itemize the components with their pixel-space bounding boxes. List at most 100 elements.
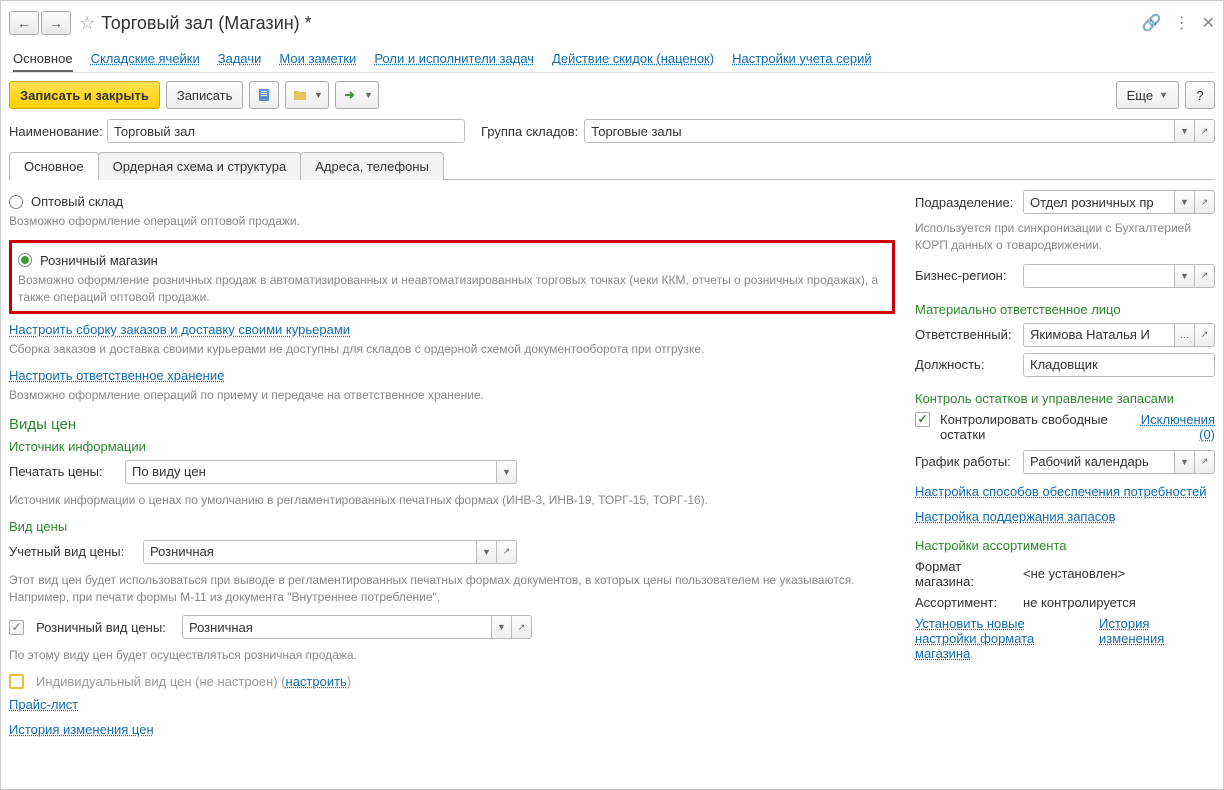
- group-dropdown-button[interactable]: ▼: [1175, 119, 1195, 143]
- retail-highlight: Розничный магазин Возможно оформление ро…: [9, 240, 895, 315]
- stock-exceptions-link[interactable]: Исключения (0): [1135, 412, 1215, 442]
- retail-price-checkbox: [9, 620, 24, 635]
- retail-radio[interactable]: [18, 253, 32, 267]
- responsible-label: Ответственный:: [915, 327, 1017, 342]
- price-history-link[interactable]: История изменения цен: [9, 722, 154, 737]
- region-input[interactable]: [1023, 264, 1175, 288]
- new-format-link[interactable]: Установить новые настройки формата магаз…: [915, 616, 1075, 661]
- individual-price-configure-link[interactable]: настроить: [286, 674, 347, 689]
- stock-control-label: Контролировать свободные остатки: [940, 412, 1129, 442]
- individual-price-checkbox[interactable]: [9, 674, 24, 689]
- schedule-open-button[interactable]: ↗: [1195, 450, 1215, 474]
- region-dropdown-button[interactable]: ▼: [1175, 264, 1195, 288]
- responsible-more-button[interactable]: …: [1175, 323, 1195, 347]
- link-button[interactable]: ▼: [335, 81, 379, 109]
- storage-hint: Возможно оформление операций по приему и…: [9, 387, 895, 404]
- more-button[interactable]: Еще▼: [1116, 81, 1179, 109]
- division-open-button[interactable]: ↗: [1195, 190, 1215, 214]
- format-value: <не установлен>: [1023, 566, 1125, 581]
- division-hint: Используется при синхронизации с Бухгалт…: [915, 220, 1215, 254]
- kebab-menu-icon[interactable]: ⋮: [1174, 13, 1190, 33]
- wholesale-hint: Возможно оформление операций оптовой про…: [9, 213, 895, 230]
- report-button[interactable]: [249, 81, 279, 109]
- retail-price-input[interactable]: Розничная: [182, 615, 492, 639]
- accounting-price-hint: Этот вид цен будет использоваться при вы…: [9, 572, 895, 606]
- top-tab-discounts[interactable]: Действие скидок (наценок): [552, 47, 714, 72]
- favorite-star-icon[interactable]: ☆: [79, 13, 95, 34]
- name-label: Наименование:: [9, 124, 101, 139]
- print-prices-label: Печатать цены:: [9, 464, 119, 479]
- responsible-open-button[interactable]: ↗: [1195, 323, 1215, 347]
- link-storage-settings[interactable]: Настроить ответственное хранение: [9, 368, 224, 383]
- name-input[interactable]: Торговый зал: [107, 119, 465, 143]
- save-and-close-button[interactable]: Записать и закрыть: [9, 81, 160, 109]
- link-icon[interactable]: 🔗: [1142, 13, 1162, 33]
- close-icon[interactable]: ✕: [1202, 13, 1215, 33]
- format-label: Формат магазина:: [915, 559, 1017, 589]
- position-input[interactable]: Кладовщик: [1023, 353, 1215, 377]
- accounting-price-input[interactable]: Розничная: [143, 540, 477, 564]
- info-source-title: Источник информации: [9, 439, 895, 454]
- top-tab-roles[interactable]: Роли и исполнители задач: [374, 47, 534, 72]
- sub-tab-addresses[interactable]: Адреса, телефоны: [300, 152, 444, 180]
- schedule-dropdown-button[interactable]: ▼: [1175, 450, 1195, 474]
- supply-settings-link[interactable]: Настройка способов обеспечения потребнос…: [915, 484, 1207, 499]
- top-tab-series[interactable]: Настройки учета серий: [732, 47, 872, 72]
- region-open-button[interactable]: ↗: [1195, 264, 1215, 288]
- nav-back-button[interactable]: ←: [9, 11, 39, 35]
- schedule-label: График работы:: [915, 454, 1017, 469]
- print-prices-select[interactable]: По виду цен: [125, 460, 497, 484]
- retail-price-open-button[interactable]: ↗: [512, 615, 532, 639]
- window-title: Торговый зал (Магазин) *: [101, 13, 1142, 34]
- retail-price-label: Розничный вид цены:: [36, 620, 176, 635]
- history-link[interactable]: История изменения: [1099, 616, 1215, 661]
- group-label: Группа складов:: [481, 124, 578, 139]
- region-label: Бизнес-регион:: [915, 268, 1017, 283]
- accounting-price-open-button[interactable]: ↗: [497, 540, 517, 564]
- prices-section-title: Виды цен: [9, 416, 895, 433]
- group-input[interactable]: Торговые залы: [584, 119, 1175, 143]
- assortment-value: не контролируется: [1023, 595, 1136, 610]
- division-label: Подразделение:: [915, 195, 1017, 210]
- responsible-input[interactable]: Якимова Наталья И: [1023, 323, 1175, 347]
- print-prices-hint: Источник информации о ценах по умолчанию…: [9, 492, 895, 509]
- top-tab-main[interactable]: Основное: [13, 47, 73, 72]
- attach-button[interactable]: ▼: [285, 81, 329, 109]
- top-tab-cells[interactable]: Складские ячейки: [91, 47, 200, 72]
- assortment-label: Ассортимент:: [915, 595, 1017, 610]
- print-prices-dropdown-button[interactable]: ▼: [497, 460, 517, 484]
- stock-settings-link[interactable]: Настройка поддержания запасов: [915, 509, 1115, 524]
- group-open-button[interactable]: ↗: [1195, 119, 1215, 143]
- retail-label: Розничный магазин: [40, 253, 158, 268]
- stock-title: Контроль остатков и управление запасами: [915, 391, 1215, 406]
- stock-control-checkbox[interactable]: [915, 412, 930, 427]
- retail-hint: Возможно оформление розничных продаж в а…: [18, 272, 886, 306]
- retail-price-hint: По этому виду цен будет осуществляться р…: [9, 647, 895, 664]
- retail-price-dropdown-button[interactable]: ▼: [492, 615, 512, 639]
- save-button[interactable]: Записать: [166, 81, 244, 109]
- individual-price-label: Индивидуальный вид цен (не настроен) (на…: [36, 674, 351, 689]
- wholesale-label: Оптовый склад: [31, 194, 123, 209]
- assortment-title: Настройки ассортимента: [915, 538, 1215, 553]
- accounting-price-dropdown-button[interactable]: ▼: [477, 540, 497, 564]
- sub-tab-main[interactable]: Основное: [9, 152, 99, 180]
- wholesale-radio[interactable]: [9, 195, 23, 209]
- folder-icon: [292, 87, 308, 103]
- top-tab-tasks[interactable]: Задачи: [218, 47, 262, 72]
- price-list-link[interactable]: Прайс-лист: [9, 697, 78, 712]
- responsible-title: Материально ответственное лицо: [915, 302, 1215, 317]
- top-tab-notes[interactable]: Мои заметки: [279, 47, 356, 72]
- document-icon: [256, 87, 272, 103]
- accounting-price-label: Учетный вид цены:: [9, 544, 137, 559]
- delivery-hint: Сборка заказов и доставка своими курьера…: [9, 341, 895, 358]
- position-label: Должность:: [915, 357, 1017, 372]
- nav-forward-button[interactable]: →: [41, 11, 71, 35]
- link-delivery-settings[interactable]: Настроить сборку заказов и доставку свои…: [9, 322, 350, 337]
- schedule-input[interactable]: Рабочий календарь: [1023, 450, 1175, 474]
- division-input[interactable]: Отдел розничных пр: [1023, 190, 1175, 214]
- division-dropdown-button[interactable]: ▼: [1175, 190, 1195, 214]
- price-type-title: Вид цены: [9, 519, 895, 534]
- arrow-icon: [342, 87, 358, 103]
- help-button[interactable]: ?: [1185, 81, 1215, 109]
- sub-tab-order-scheme[interactable]: Ордерная схема и структура: [98, 152, 302, 180]
